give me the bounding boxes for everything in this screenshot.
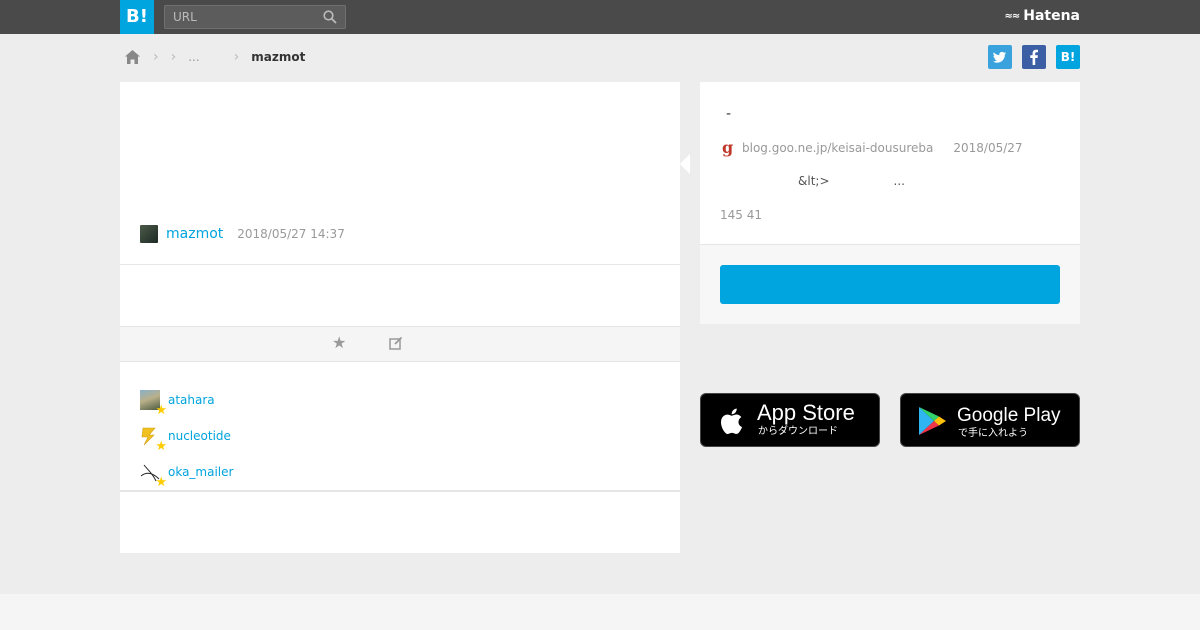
entry-description-ellipsis: ... [893,174,905,188]
chevron-right-icon: › [233,49,240,65]
bookmark-actions: ★ [120,326,680,362]
google-play-badge[interactable]: Google Play で手に入れよう [900,393,1080,447]
star-icon: ★ [155,475,167,490]
hatena-bookmark-logo[interactable]: B! [120,0,154,34]
entry-meta: g blog.goo.ne.jp/keisai-dousureba 2018/0… [722,138,1023,157]
bookmark-user-row: mazmot 2018/05/27 14:37 [140,225,345,243]
entry-date: 2018/05/27 [953,141,1023,155]
star-user-name[interactable]: oka_mailer [168,465,233,479]
app-store-name: App Store [757,400,855,425]
home-icon[interactable] [124,49,141,65]
entry-title[interactable]: - [726,106,731,122]
list-item[interactable]: ★ oka_mailer [140,454,233,490]
star-user-list: ★ atahara ★ nucleotide ★ oka_mailer [140,382,233,490]
edit-icon[interactable] [389,336,403,350]
divider [120,264,680,265]
search-icon[interactable] [323,10,337,24]
avatar[interactable]: ★ [140,426,167,453]
facebook-share-button[interactable] [1022,45,1046,69]
star-icon[interactable]: ★ [332,335,348,351]
app-store-subtitle: からダウンロード [758,426,838,437]
twitter-icon [993,51,1007,63]
card-pointer [680,154,690,174]
google-play-subtitle: で手に入れよう [958,428,1028,439]
app-store-badge[interactable]: App Store からダウンロード [700,393,880,447]
google-play-icon [919,407,946,435]
entry-counts: 145 41 [720,208,762,222]
bookmark-card: mazmot 2018/05/27 14:37 ★ ★ atahara ★ nu… [120,82,680,553]
entry-domain[interactable]: blog.goo.ne.jp/keisai-dousureba [742,141,933,155]
bookmark-timestamp[interactable]: 2018/05/27 14:37 [237,227,345,241]
chevron-right-icon: › [153,49,159,65]
chevron-right-icon: › [170,49,177,65]
star-icon: ★ [155,403,167,418]
top-bar: B! ≈≈ Hatena [0,0,1200,34]
list-item[interactable]: ★ nucleotide [140,418,233,454]
twitter-share-button[interactable] [988,45,1012,69]
avatar[interactable] [140,225,158,243]
breadcrumb: › › ... › mazmot [124,47,305,67]
star-user-name[interactable]: atahara [168,393,215,407]
search-box[interactable] [164,5,346,29]
breadcrumb-item[interactable]: ... [188,50,199,64]
bookmark-user-name[interactable]: mazmot [166,226,223,242]
divider [120,490,680,492]
site-favicon-icon: g [722,138,734,157]
star-icon: ★ [155,439,167,454]
entry-card-footer [700,244,1080,324]
avatar[interactable]: ★ [140,390,167,417]
hatena-mark-icon: ≈≈ [1004,10,1020,22]
google-play-name: Google Play [957,405,1061,426]
hatena-brand[interactable]: ≈≈ Hatena [1004,8,1080,24]
page-footer [0,594,1200,630]
breadcrumb-current: mazmot [251,50,306,64]
entry-description: &lt;> ... [798,174,905,188]
list-item[interactable]: ★ atahara [140,382,233,418]
entry-description-text: &lt;> [798,174,830,188]
avatar[interactable]: ★ [140,462,167,489]
entry-card: - g blog.goo.ne.jp/keisai-dousureba 2018… [700,82,1080,324]
primary-button[interactable] [720,265,1060,304]
search-input[interactable] [165,6,315,28]
brand-label: Hatena [1023,8,1080,24]
hatena-share-button[interactable]: B! [1056,45,1080,69]
facebook-icon [1030,49,1038,65]
star-user-name[interactable]: nucleotide [168,429,231,443]
apple-icon [721,408,742,434]
